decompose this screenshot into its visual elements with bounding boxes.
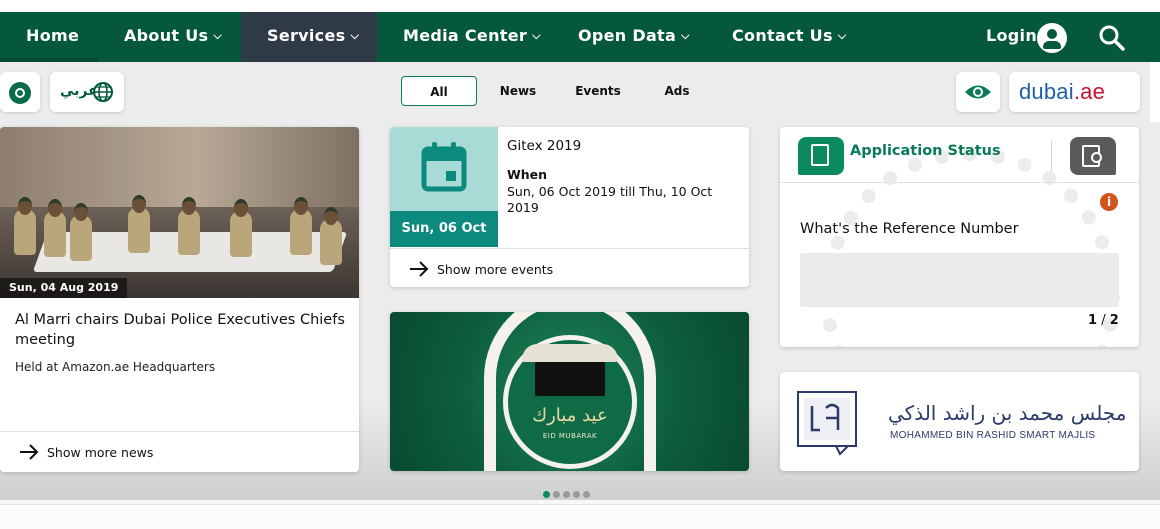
right-edge — [1150, 62, 1160, 122]
bottom-section — [0, 500, 1160, 529]
nav-home[interactable]: Home — [26, 12, 79, 62]
nav-services[interactable]: Services ⌵ — [241, 12, 377, 62]
news-date-badge: Sun, 04 Aug 2019 — [0, 278, 128, 298]
event-dates: Sun, 06 Oct 2019 till Thu, 10 Oct 2019 — [507, 184, 713, 215]
dubai-ae-logo: dubai.ae — [1019, 79, 1106, 104]
reference-number-input[interactable] — [800, 253, 1119, 307]
tab-ads[interactable]: Ads — [659, 76, 695, 106]
carousel-dot[interactable] — [563, 491, 570, 498]
banner-caption: EID MUBARAK — [542, 432, 598, 440]
event-title[interactable]: Gitex 2019 — [507, 138, 581, 154]
news-card[interactable]: Sun, 04 Aug 2019 Al Marri chairs Dubai P… — [0, 127, 359, 472]
nav-open-data-label: Open Data — [578, 26, 677, 45]
dubai-ae-link[interactable]: dubai.ae — [1009, 72, 1140, 112]
news-photo — [0, 127, 359, 298]
decorative-circle — [820, 147, 1120, 347]
main-navigation: Home About Us ⌵ Services ⌵ Media Center ⌵ O… — [0, 12, 1160, 62]
application-status-title: Application Status — [850, 143, 1001, 159]
carousel-dots — [543, 483, 593, 498]
banner-calligraphy: عيد مبارك — [532, 405, 608, 426]
calendar-icon — [421, 142, 467, 192]
chevron-down-icon: ⌵ — [532, 29, 541, 42]
chevron-down-icon: ⌵ — [681, 29, 690, 42]
divider — [780, 182, 1139, 183]
tab-news[interactable]: News — [496, 76, 540, 106]
canopy-illustration — [522, 344, 618, 362]
eye-icon — [965, 85, 991, 99]
show-more-events-label: Show more events — [437, 262, 554, 277]
show-more-events-link[interactable]: Show more events — [390, 248, 749, 287]
nav-media-center[interactable]: Media Center ⌵ — [403, 12, 541, 62]
inquiry-search-icon[interactable] — [1070, 137, 1116, 175]
chevron-down-icon: ⌵ — [837, 29, 847, 42]
majlis-logo-icon — [797, 391, 857, 456]
nav-contact-us[interactable]: Contact Us ⌵ — [732, 12, 846, 62]
carousel-dot[interactable] — [583, 491, 590, 498]
news-description: Held at Amazon.ae Headquarters — [15, 360, 216, 374]
login-button[interactable]: Login — [986, 12, 1037, 62]
majlis-arabic-name: مجلس محمد بن راشد الذكي — [888, 401, 1127, 425]
arrow-right-icon — [20, 444, 39, 460]
chevron-down-icon: ⌵ — [350, 29, 360, 42]
event-card[interactable]: Sun, 06 Oct Gitex 2019 When Sun, 06 Oct … — [390, 127, 749, 287]
arrow-right-icon — [410, 261, 429, 277]
divider — [1051, 141, 1052, 171]
smart-majlis-card[interactable]: مجلس محمد بن راشد الذكي MOHAMMED BIN RAS… — [780, 372, 1139, 471]
nav-media-label: Media Center — [403, 26, 528, 45]
login-label: Login — [986, 26, 1038, 45]
visual-accessibility-button[interactable] — [956, 72, 1000, 112]
language-toggle[interactable]: عربي — [50, 72, 124, 112]
accessibility-button[interactable] — [0, 72, 40, 112]
globe-icon — [93, 82, 113, 102]
nav-contact-label: Contact Us — [732, 26, 833, 45]
application-status-icon[interactable] — [798, 137, 844, 175]
event-date-badge: Sun, 06 Oct — [390, 211, 498, 247]
tab-all[interactable]: All — [401, 76, 477, 106]
show-more-news-link[interactable]: Show more news — [0, 431, 359, 472]
tab-events[interactable]: Events — [573, 76, 623, 106]
next-section-edge — [0, 504, 1160, 529]
search-icon[interactable] — [1098, 24, 1126, 52]
nav-about-us[interactable]: About Us ⌵ — [124, 12, 222, 62]
user-icon[interactable] — [1037, 23, 1067, 53]
show-more-news-label: Show more news — [47, 445, 154, 460]
news-title[interactable]: Al Marri chairs Dubai Police Executives … — [15, 310, 345, 350]
top-strip — [0, 0, 1160, 12]
chevron-down-icon: ⌵ — [213, 29, 222, 42]
nav-open-data[interactable]: Open Data ⌵ — [578, 12, 690, 62]
nav-services-label: Services — [267, 26, 346, 45]
nav-about-label: About Us — [124, 26, 209, 45]
carousel-dot[interactable] — [553, 491, 560, 498]
accessibility-icon — [9, 82, 31, 104]
eid-banner[interactable]: عيد مبارك EID MUBARAK — [390, 312, 749, 471]
majlis-english-name: MOHAMMED BIN RASHID SMART MAJLIS — [890, 430, 1096, 441]
nav-home-label: Home — [26, 26, 80, 45]
event-icon-box — [390, 127, 498, 211]
carousel-dot[interactable] — [573, 491, 580, 498]
carousel-dot[interactable] — [543, 491, 550, 498]
info-icon[interactable]: i — [1100, 193, 1118, 211]
application-status-card: Application Status i What's the Referenc… — [780, 127, 1139, 347]
step-pager: 1 / 2 — [1088, 313, 1119, 328]
reference-number-label: What's the Reference Number — [800, 221, 1019, 237]
event-when-label: When — [507, 167, 548, 182]
